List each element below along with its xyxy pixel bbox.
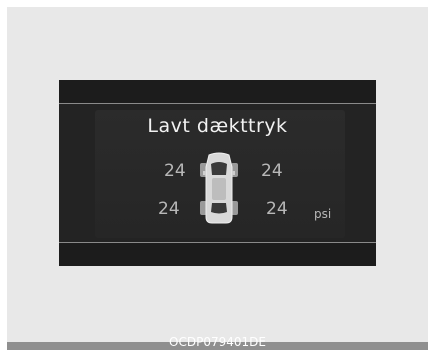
front-left-pressure: 24: [164, 161, 186, 181]
display-bottom-bar: [59, 243, 376, 266]
pressure-unit: psi: [314, 207, 332, 221]
warning-title: Lavt dækttryk: [147, 115, 288, 137]
front-right-pressure: 24: [261, 161, 283, 181]
figure-caption-bar: OCDP079401DE: [7, 336, 428, 350]
car-top-view-icon: [200, 152, 238, 224]
rear-left-pressure: 24: [158, 199, 180, 219]
figure-code: OCDP079401DE: [169, 335, 266, 349]
display-top-bar: [59, 80, 376, 104]
rear-right-pressure: 24: [266, 199, 288, 219]
cluster-display: Lavt dækttryk 24 24 24 24 psi: [59, 80, 376, 266]
top-divider: [59, 103, 376, 104]
